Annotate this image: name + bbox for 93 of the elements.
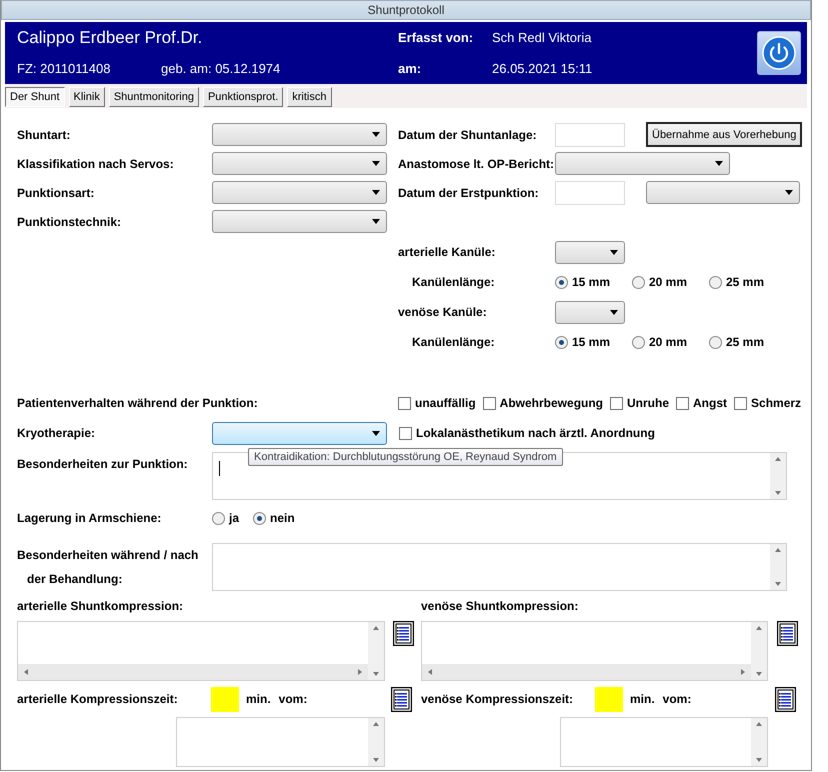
radio-option[interactable]: 25 mm — [709, 275, 786, 289]
field-label: Kanülenlänge: — [411, 275, 496, 289]
record-date: 26.05.2021 15:11 — [492, 61, 594, 76]
field-label: vom: — [662, 692, 692, 706]
tab[interactable]: Klinik — [68, 87, 105, 107]
field-label: Punktionsart: — [17, 186, 96, 200]
field-label: Anastomose lt. OP-Bericht: — [398, 156, 555, 170]
field-label: arterielle Shuntkompression: — [17, 599, 184, 613]
text-area[interactable] — [421, 621, 768, 681]
list-document-icon[interactable] — [391, 686, 412, 712]
scrollbar[interactable] — [368, 622, 384, 680]
radio-option[interactable]: 20 mm — [632, 275, 709, 289]
tab[interactable]: Der Shunt — [5, 87, 65, 107]
power-icon — [762, 36, 796, 70]
field-label: Klassifikation nach Servos: — [17, 156, 175, 170]
field-label: arterielle Kanüle: — [398, 245, 496, 259]
list-document-icon[interactable] — [777, 621, 798, 646]
dropdown[interactable] — [555, 240, 625, 264]
window-title: Shuntprotokoll — [1, 0, 811, 20]
dropdown[interactable] — [212, 152, 387, 175]
field-label: venöse Kompressionszeit: — [421, 692, 574, 706]
caret-icon — [372, 219, 380, 224]
radio-option[interactable]: 15 mm — [555, 275, 632, 289]
caret-icon — [610, 310, 618, 314]
field-label: der Behandlung: — [26, 571, 124, 588]
power-button[interactable] — [757, 31, 801, 75]
caret-icon — [785, 190, 793, 195]
scrollbar[interactable] — [751, 718, 767, 766]
radio-option[interactable]: 25 mm — [709, 335, 786, 349]
tab[interactable]: kritisch — [287, 87, 332, 107]
dropdown[interactable] — [212, 181, 387, 204]
tab[interactable]: Punktionsprot. — [202, 87, 284, 107]
minutes-field[interactable] — [211, 686, 239, 712]
scrollbar[interactable] — [751, 622, 767, 680]
list-document-icon[interactable] — [775, 686, 796, 712]
field-label: venöse Shuntkompression: — [421, 599, 578, 613]
unit-label: min. — [630, 692, 655, 706]
field-label: Besonderheiten während / nach — [17, 547, 200, 564]
field-label: venöse Kanüle: — [398, 305, 488, 319]
caret-icon — [610, 250, 618, 254]
scrollbar[interactable] — [422, 664, 751, 680]
dropdown[interactable] — [555, 300, 625, 324]
radio-option[interactable]: 20 mm — [632, 335, 709, 349]
unit-label: min. — [246, 692, 271, 706]
list-document-icon[interactable] — [393, 621, 414, 646]
date-field[interactable] — [555, 180, 625, 204]
caret-icon — [372, 190, 380, 195]
field-label: Lagerung in Armschiene: — [17, 511, 162, 525]
caret-icon — [372, 132, 380, 137]
import-button[interactable]: Übernahme aus Vorerhebung — [646, 122, 802, 147]
field-label: Patientenverhalten während der Punktion: — [17, 396, 259, 410]
field-label: Kanülenlänge: — [411, 335, 496, 349]
checkbox-option[interactable]: Unruhe — [610, 396, 670, 410]
scrollbar[interactable] — [368, 718, 384, 766]
radio-option[interactable]: 15 mm — [555, 335, 632, 349]
field-label: Punktionstechnik: — [17, 214, 122, 228]
recorded-by-label: Erfasst von: — [398, 30, 474, 45]
caret-icon — [372, 430, 380, 436]
field-label: arterielle Kompressionszeit: — [17, 692, 179, 706]
field-label: Kryotherapie: — [17, 426, 96, 440]
text-cursor — [219, 461, 220, 476]
field-label: Datum der Erstpunktion: — [398, 186, 540, 200]
radio-option[interactable]: nein — [253, 511, 295, 525]
field-label: Datum der Shuntanlage: — [398, 128, 538, 142]
tooltip: Kontraidikation: Durchblutungsstörung OE, Reynaud Syndrom — [248, 448, 563, 466]
checkbox-option[interactable]: Lokalanästhetikum nach ärztl. Anordnung — [399, 426, 655, 440]
field-label: vom: — [278, 692, 308, 706]
minutes-field[interactable] — [595, 686, 623, 712]
dropdown[interactable] — [646, 181, 800, 204]
dropdown[interactable] — [212, 123, 387, 146]
scrollbar[interactable] — [770, 453, 786, 499]
recorded-by: Sch Redl Viktoria — [492, 30, 592, 45]
field-label: Shuntart: — [17, 128, 72, 142]
checkbox-option[interactable]: unauffällig — [398, 396, 476, 410]
text-area[interactable] — [17, 621, 385, 681]
patient-id: FZ: 2011011408 — [17, 61, 112, 76]
scrollbar[interactable] — [18, 664, 368, 680]
checkbox-option[interactable]: Angst — [676, 396, 728, 410]
dropdown[interactable] — [212, 210, 387, 233]
date-field[interactable] — [555, 122, 625, 146]
radio-option[interactable]: ja — [212, 511, 240, 525]
field-label: Besonderheiten zur Punktion: — [17, 456, 189, 471]
scrollbar[interactable] — [770, 544, 786, 590]
checkbox-option[interactable]: Schmerz — [734, 396, 802, 410]
dropdown[interactable] — [212, 422, 387, 444]
patient-name: Calippo Erdbeer Prof.Dr. — [17, 28, 204, 48]
date-label: am: — [398, 61, 422, 76]
dropdown[interactable] — [555, 152, 730, 175]
caret-icon — [372, 161, 380, 166]
caret-icon — [715, 161, 723, 166]
birth-date: geb. am: 05.12.1974 — [161, 61, 282, 76]
checkbox-option[interactable]: Abwehrbewegung — [482, 396, 604, 410]
tab[interactable]: Shuntmonitoring — [108, 87, 199, 107]
